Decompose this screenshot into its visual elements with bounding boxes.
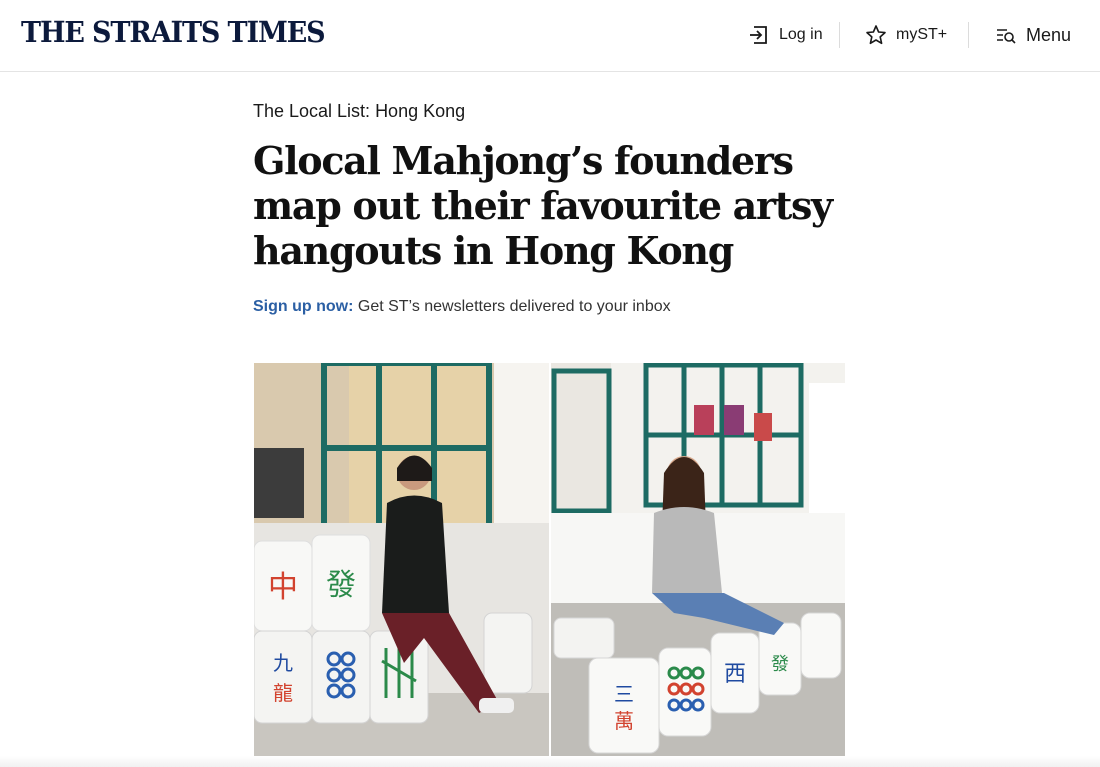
page-fade (0, 756, 1100, 767)
menu-button[interactable]: Menu (995, 20, 1071, 50)
nav-divider (968, 22, 969, 48)
svg-text:九: 九 (273, 651, 293, 675)
menu-search-icon (995, 25, 1017, 45)
newsletter-signup: Sign up now: Get ST’s newsletters delive… (253, 298, 671, 316)
signup-link[interactable]: Sign up now: (253, 298, 353, 315)
svg-text:發: 發 (326, 568, 356, 603)
login-label: Log in (779, 26, 823, 43)
svg-text:中: 中 (268, 570, 298, 605)
svg-text:西: 西 (724, 662, 746, 687)
article-kicker[interactable]: The Local List: Hong Kong (253, 101, 465, 122)
article-headline: Glocal Mahjong’s founders map out their … (253, 138, 833, 273)
login-icon (748, 23, 770, 47)
star-icon (865, 24, 887, 46)
left-photo: 中 發 九 龍 (254, 363, 549, 756)
right-photo: 三 萬 西 發 (551, 363, 845, 756)
site-header: THE STRAITS TIMES Log in myST+ Menu (0, 0, 1100, 72)
nav-divider (839, 22, 840, 48)
hero-image: 中 發 九 龍 三 萬 西 發 (254, 363, 845, 756)
svg-text:龍: 龍 (273, 681, 293, 705)
menu-label: Menu (1026, 24, 1072, 45)
svg-text:發: 發 (771, 654, 789, 675)
svg-text:萬: 萬 (614, 709, 634, 733)
signup-text: Get ST’s newsletters delivered to your i… (353, 298, 671, 315)
myst-label: myST+ (896, 26, 948, 43)
myst-button[interactable]: myST+ (865, 20, 947, 50)
login-button[interactable]: Log in (748, 20, 823, 50)
site-logo[interactable]: THE STRAITS TIMES (21, 15, 326, 49)
svg-text:三: 三 (614, 682, 634, 706)
